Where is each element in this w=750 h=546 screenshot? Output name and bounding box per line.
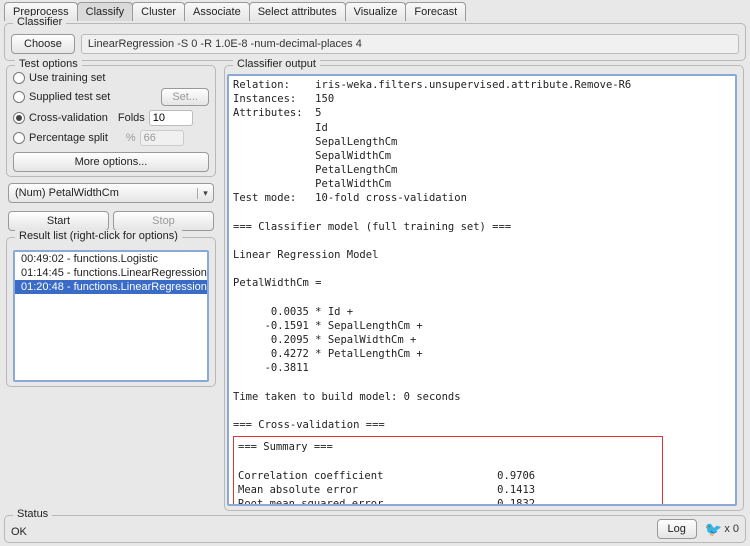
log-button[interactable]: Log xyxy=(657,519,697,539)
tab-forecast[interactable]: Forecast xyxy=(405,2,466,21)
weka-bird-icon: 🐦 xyxy=(705,521,722,538)
classifier-output-text[interactable]: Relation: iris-weka.filters.unsupervised… xyxy=(227,74,737,506)
result-list[interactable]: 00:49:02 - functions.Logistic 01:14:45 -… xyxy=(13,250,209,382)
radio-use-training[interactable] xyxy=(13,72,25,84)
classifier-panel: Classifier Choose LinearRegression -S 0 … xyxy=(4,23,746,61)
status-bar: Status OK Log 🐦 x 0 xyxy=(4,515,746,543)
label-use-training: Use training set xyxy=(29,72,209,84)
pct-input xyxy=(140,130,184,146)
status-title: Status xyxy=(13,508,52,520)
task-count: x 0 xyxy=(724,523,739,535)
label-percentage-split: Percentage split xyxy=(29,132,108,144)
test-options-title: Test options xyxy=(15,58,82,70)
output-header: Relation: iris-weka.filters.unsupervised… xyxy=(233,78,731,432)
tab-cluster[interactable]: Cluster xyxy=(132,2,185,21)
classifier-output-panel: Classifier output Relation: iris-weka.fi… xyxy=(224,65,744,511)
class-attribute-value: (Num) PetalWidthCm xyxy=(9,184,197,202)
chevron-down-icon: ▾ xyxy=(197,188,213,199)
folds-input[interactable] xyxy=(149,110,193,126)
result-list-panel: Result list (right-click for options) 00… xyxy=(6,237,216,387)
list-item[interactable]: 00:49:02 - functions.Logistic xyxy=(15,252,207,266)
start-button[interactable]: Start xyxy=(8,211,109,231)
list-item[interactable]: 01:20:48 - functions.LinearRegression xyxy=(15,280,207,294)
result-list-title: Result list (right-click for options) xyxy=(15,230,182,242)
choose-button[interactable]: Choose xyxy=(11,34,75,54)
tab-classify[interactable]: Classify xyxy=(77,2,134,21)
label-cross-validation: Cross-validation xyxy=(29,112,108,124)
classifier-output-title: Classifier output xyxy=(233,58,320,70)
label-supplied-test: Supplied test set xyxy=(29,91,157,103)
status-text: OK xyxy=(11,520,657,538)
test-options-panel: Test options Use training set Supplied t… xyxy=(6,65,216,177)
pct-label: % xyxy=(126,132,136,144)
folds-label: Folds xyxy=(118,112,145,124)
summary-highlight: === Summary === Correlation coefficient … xyxy=(233,436,663,506)
tab-visualize[interactable]: Visualize xyxy=(345,2,407,21)
classifier-title: Classifier xyxy=(13,16,66,28)
radio-supplied-test[interactable] xyxy=(13,91,25,103)
stop-button: Stop xyxy=(113,211,214,231)
radio-cross-validation[interactable] xyxy=(13,112,25,124)
output-summary: === Summary === Correlation coefficient … xyxy=(238,440,658,506)
set-button[interactable]: Set... xyxy=(161,88,209,106)
tab-associate[interactable]: Associate xyxy=(184,2,250,21)
more-options-button[interactable]: More options... xyxy=(13,152,209,172)
radio-percentage-split[interactable] xyxy=(13,132,25,144)
tab-bar: Preprocess Classify Cluster Associate Se… xyxy=(0,0,750,21)
list-item[interactable]: 01:14:45 - functions.LinearRegression xyxy=(15,266,207,280)
class-attribute-dropdown[interactable]: (Num) PetalWidthCm ▾ xyxy=(8,183,214,203)
tab-select-attributes[interactable]: Select attributes xyxy=(249,2,346,21)
classifier-command[interactable]: LinearRegression -S 0 -R 1.0E-8 -num-dec… xyxy=(81,34,739,54)
